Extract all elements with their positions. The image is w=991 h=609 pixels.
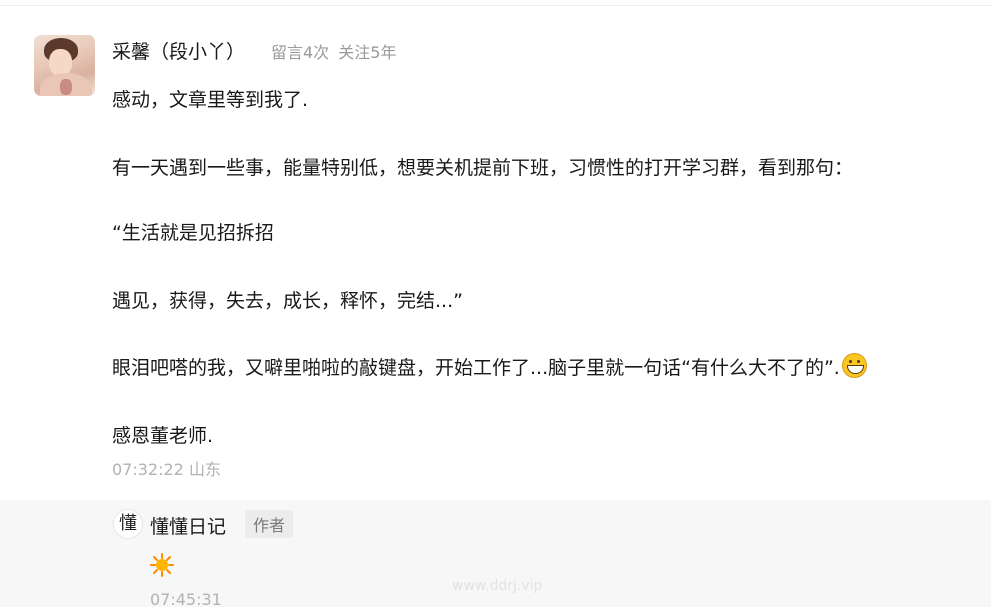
- grinning-face-icon: [841, 353, 867, 378]
- follow-duration: 关注5年: [338, 43, 397, 62]
- commenter-avatar[interactable]: [34, 35, 95, 96]
- reply-timestamp: 07:45:31: [150, 590, 222, 609]
- author-badge: 作者: [245, 510, 294, 538]
- comment-paragraph-5: 眼泪吧嗒的我，又噼里啪啦的敲键盘，开始工作了...脑子里就一句话“有什么大不了的…: [112, 353, 867, 380]
- author-name[interactable]: 懂懂日记: [150, 512, 226, 539]
- watermark: www.ddrj.vip: [452, 578, 543, 594]
- author-avatar[interactable]: 懂: [113, 509, 143, 539]
- commenter-meta: 留言4次 关注5年: [271, 39, 396, 63]
- comment-paragraph-2: 有一天遇到一些事，能量特别低，想要关机提前下班，习惯性的打开学习群，看到那句：: [112, 157, 854, 179]
- comment-timestamp: 07:32:22 山东: [112, 460, 221, 479]
- comment-paragraph-4: 遇见，获得，失去，成长，释怀，完结...”: [112, 290, 463, 312]
- commenter-username[interactable]: 采馨（段小丫）: [112, 37, 245, 64]
- comment-count: 留言4次: [271, 43, 330, 62]
- comment-paragraph-5-text: 眼泪吧嗒的我，又噼里啪啦的敲键盘，开始工作了...脑子里就一句话“有什么大不了的…: [112, 357, 840, 379]
- comment-paragraph-6: 感恩董老师.: [112, 425, 214, 447]
- top-divider: [0, 5, 991, 6]
- comment-paragraph-1: 感动，文章里等到我了.: [112, 89, 309, 111]
- comment-paragraph-3: “生活就是见招拆招: [112, 222, 274, 244]
- sun-icon: [150, 553, 174, 577]
